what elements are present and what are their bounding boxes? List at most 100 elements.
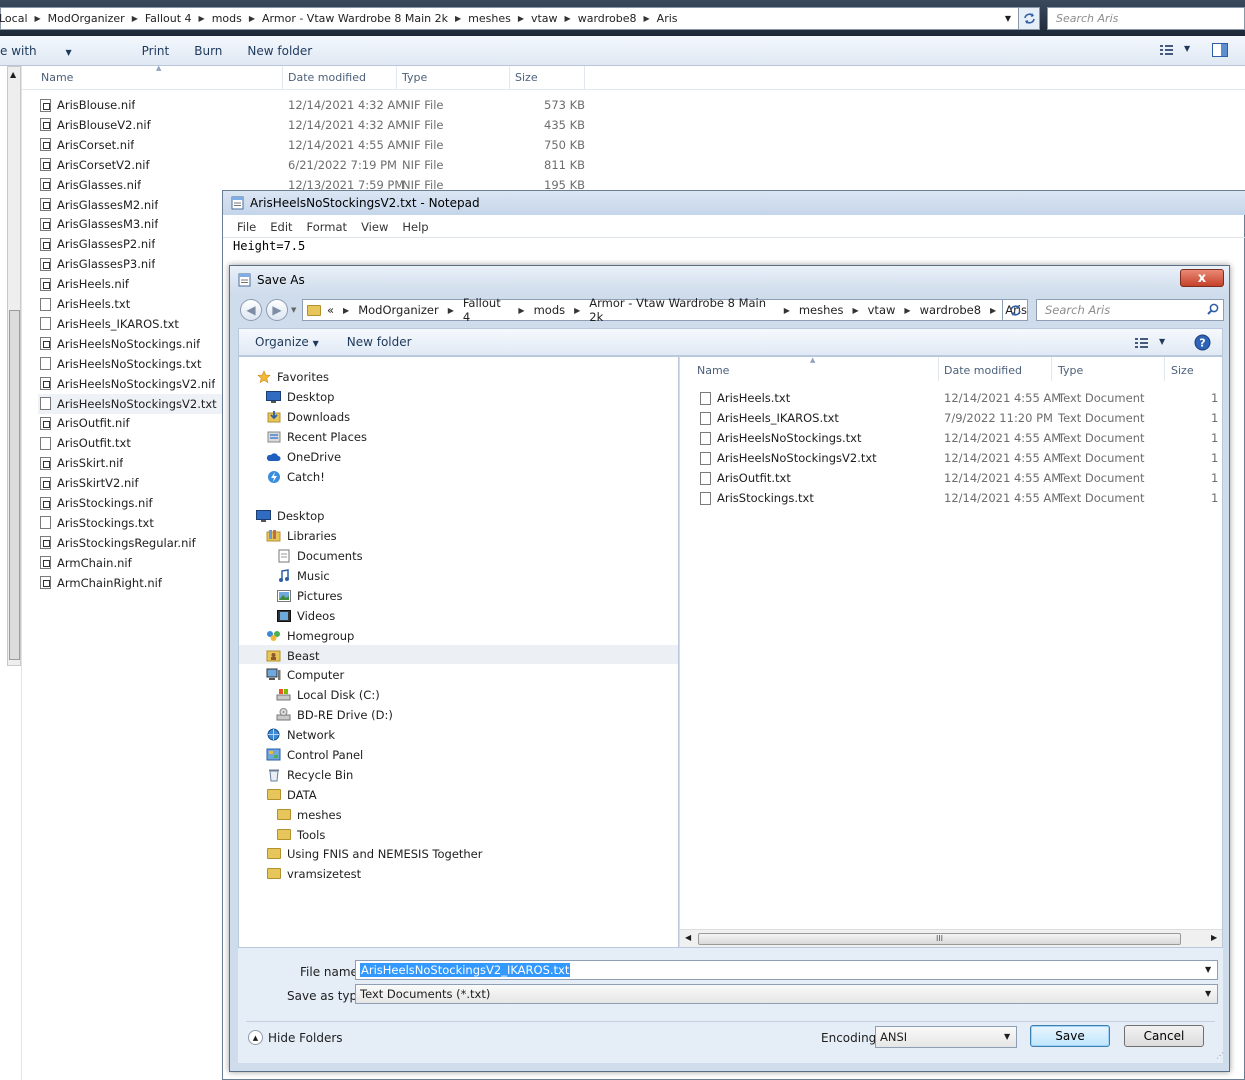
- breadcrumb-item[interactable]: vtaw: [868, 303, 896, 317]
- horizontal-scrollbar[interactable]: ◀ III ▶: [680, 929, 1222, 947]
- list-item[interactable]: ArisHeelsNoStockingsV2.txt 12/14/2021 4:5…: [680, 448, 1220, 468]
- breadcrumb-item[interactable]: Fallout 4: [463, 296, 510, 324]
- chevron-down-icon[interactable]: ▼: [1000, 7, 1016, 30]
- nav-item[interactable]: Network: [266, 725, 335, 744]
- breadcrumb-separator-icon[interactable]: ▶: [852, 306, 858, 315]
- new-folder-button[interactable]: New folder: [347, 335, 412, 349]
- back-button[interactable]: ◀: [240, 299, 262, 321]
- nav-item[interactable]: Music: [276, 566, 330, 585]
- column-header-date-modified[interactable]: Date modified: [944, 364, 1022, 377]
- column-header-type[interactable]: Type: [402, 71, 427, 84]
- column-header-size[interactable]: Size: [1171, 364, 1194, 377]
- breadcrumb-item[interactable]: «: [327, 303, 334, 317]
- nav-item[interactable]: Homegroup: [266, 626, 354, 645]
- breadcrumb-separator-icon[interactable]: ▶: [132, 14, 138, 23]
- column-header-name[interactable]: Name: [41, 71, 73, 84]
- breadcrumb-separator-icon[interactable]: ▶: [990, 306, 996, 315]
- nav-item[interactable]: Control Panel: [266, 745, 363, 764]
- hide-folders-button[interactable]: ▲ Hide Folders: [248, 1030, 343, 1045]
- breadcrumb-item[interactable]: vtaw: [531, 12, 558, 25]
- chevron-down-icon[interactable]: ▼: [1184, 44, 1190, 53]
- file-name-input[interactable]: ArisHeelsNoStockingsV2_IKAROS.txt ▼: [355, 960, 1218, 980]
- breadcrumb-item[interactable]: mods: [212, 12, 242, 25]
- nav-item[interactable]: Recycle Bin: [266, 765, 353, 784]
- dialog-address-bar[interactable]: « ▶ ModOrganizer ▶ Fallout 4 ▶ mods ▶ Armor - Vt…: [302, 296, 1057, 324]
- scroll-up-icon[interactable]: ▲: [10, 70, 16, 79]
- breadcrumb-separator-icon[interactable]: ▶: [343, 306, 349, 315]
- save-button[interactable]: Save: [1030, 1025, 1110, 1047]
- breadcrumb-separator-icon[interactable]: ▶: [455, 14, 461, 23]
- organize-button[interactable]: Organize ▼: [255, 335, 319, 349]
- refresh-icon[interactable]: [1002, 299, 1028, 321]
- list-item[interactable]: ArisHeels.txt 12/14/2021 4:55 AM Text Docu…: [680, 388, 1220, 408]
- breadcrumb-separator-icon[interactable]: ▶: [565, 14, 571, 23]
- breadcrumb-separator-icon[interactable]: ▶: [249, 14, 255, 23]
- breadcrumb-separator-icon[interactable]: ▶: [518, 306, 524, 315]
- list-item[interactable]: ArisStockings.txt 12/14/2021 4:55 AM Text …: [680, 488, 1220, 508]
- nav-item[interactable]: Documents: [276, 546, 363, 565]
- nav-item[interactable]: Pictures: [276, 586, 343, 605]
- menu-edit[interactable]: Edit: [270, 220, 292, 234]
- refresh-icon[interactable]: [1018, 7, 1040, 30]
- view-options-icon[interactable]: [1160, 44, 1176, 56]
- nav-item[interactable]: Recent Places: [266, 427, 367, 446]
- nav-item[interactable]: Libraries: [266, 526, 337, 545]
- breadcrumb-item[interactable]: Local: [0, 12, 28, 25]
- nav-item[interactable]: Local Disk (C:): [276, 685, 380, 704]
- scrollbar-thumb[interactable]: III: [698, 933, 1181, 945]
- breadcrumb-item[interactable]: Armor - Vtaw Wardrobe 8 Main 2k: [262, 12, 448, 25]
- nav-item[interactable]: vramsizetest: [266, 864, 361, 883]
- nav-item[interactable]: BD-RE Drive (D:): [276, 705, 393, 724]
- nav-item[interactable]: Desktop: [266, 387, 334, 406]
- scroll-right-icon[interactable]: ▶: [1211, 933, 1217, 942]
- breadcrumb-item[interactable]: wardrobe8: [920, 303, 981, 317]
- column-header-type[interactable]: Type: [1058, 364, 1083, 377]
- nav-item[interactable]: meshes: [276, 805, 342, 824]
- scroll-left-icon[interactable]: ◀: [685, 933, 691, 942]
- breadcrumb-separator-icon[interactable]: ▶: [199, 14, 205, 23]
- breadcrumb-item[interactable]: ModOrganizer: [48, 12, 125, 25]
- menu-help[interactable]: Help: [402, 220, 428, 234]
- column-header-date-modified[interactable]: Date modified: [288, 71, 366, 84]
- explorer-search-input[interactable]: Search Aris: [1047, 7, 1245, 30]
- preview-pane-icon[interactable]: [1212, 43, 1228, 57]
- encoding-select[interactable]: ANSI ▼: [875, 1026, 1017, 1048]
- breadcrumb-separator-icon[interactable]: ▶: [448, 306, 454, 315]
- menu-format[interactable]: Format: [307, 220, 348, 234]
- new-folder-button[interactable]: New folder: [247, 44, 312, 58]
- breadcrumb-item[interactable]: mods: [534, 303, 566, 317]
- view-options-icon[interactable]: [1135, 337, 1151, 349]
- breadcrumb-separator-icon[interactable]: ▶: [518, 14, 524, 23]
- menu-view[interactable]: View: [361, 220, 388, 234]
- save-as-type-select[interactable]: Text Documents (*.txt) ▼: [355, 984, 1218, 1004]
- dialog-search-input[interactable]: Search Aris: [1036, 299, 1224, 321]
- help-icon[interactable]: ?: [1194, 334, 1211, 351]
- breadcrumb-item[interactable]: meshes: [799, 303, 844, 317]
- cancel-button[interactable]: Cancel: [1124, 1025, 1204, 1047]
- breadcrumb-item[interactable]: ModOrganizer: [358, 303, 439, 317]
- breadcrumb-item[interactable]: Fallout 4: [145, 12, 192, 25]
- resize-grip-icon[interactable]: ⋰: [1216, 1051, 1224, 1060]
- print-button[interactable]: Print: [142, 44, 170, 58]
- open-with-button[interactable]: e with ▼: [0, 44, 97, 58]
- nav-item[interactable]: Desktop: [256, 506, 324, 525]
- nav-item[interactable]: Videos: [276, 606, 335, 625]
- nav-item[interactable]: Beast: [266, 646, 320, 665]
- breadcrumb-item[interactable]: wardrobe8: [578, 12, 637, 25]
- chevron-down-icon[interactable]: ▼: [1159, 337, 1165, 346]
- nav-item[interactable]: Catch!: [266, 467, 325, 486]
- nav-item[interactable]: OneDrive: [266, 447, 341, 466]
- breadcrumb-item[interactable]: Armor - Vtaw Wardrobe 8 Main 2k: [589, 296, 774, 324]
- notepad-text-area[interactable]: Height=7.5: [233, 239, 305, 253]
- column-header-size[interactable]: Size: [515, 71, 538, 84]
- nav-item[interactable]: Using FNIS and NEMESIS Together: [266, 844, 483, 863]
- breadcrumb-separator-icon[interactable]: ▶: [904, 306, 910, 315]
- scrollbar-thumb[interactable]: [9, 310, 20, 660]
- breadcrumb-item[interactable]: Aris: [657, 12, 678, 25]
- list-item[interactable]: ArisHeels_IKAROS.txt 7/9/2022 11:20 PM Tex…: [680, 408, 1220, 428]
- list-item[interactable]: ArisHeelsNoStockings.txt 12/14/2021 4:55 …: [680, 428, 1220, 448]
- nav-item[interactable]: Downloads: [266, 407, 350, 426]
- chevron-down-icon[interactable]: ▼: [1205, 965, 1211, 974]
- close-button[interactable]: x: [1180, 269, 1224, 287]
- nav-item[interactable]: DATA: [266, 785, 317, 804]
